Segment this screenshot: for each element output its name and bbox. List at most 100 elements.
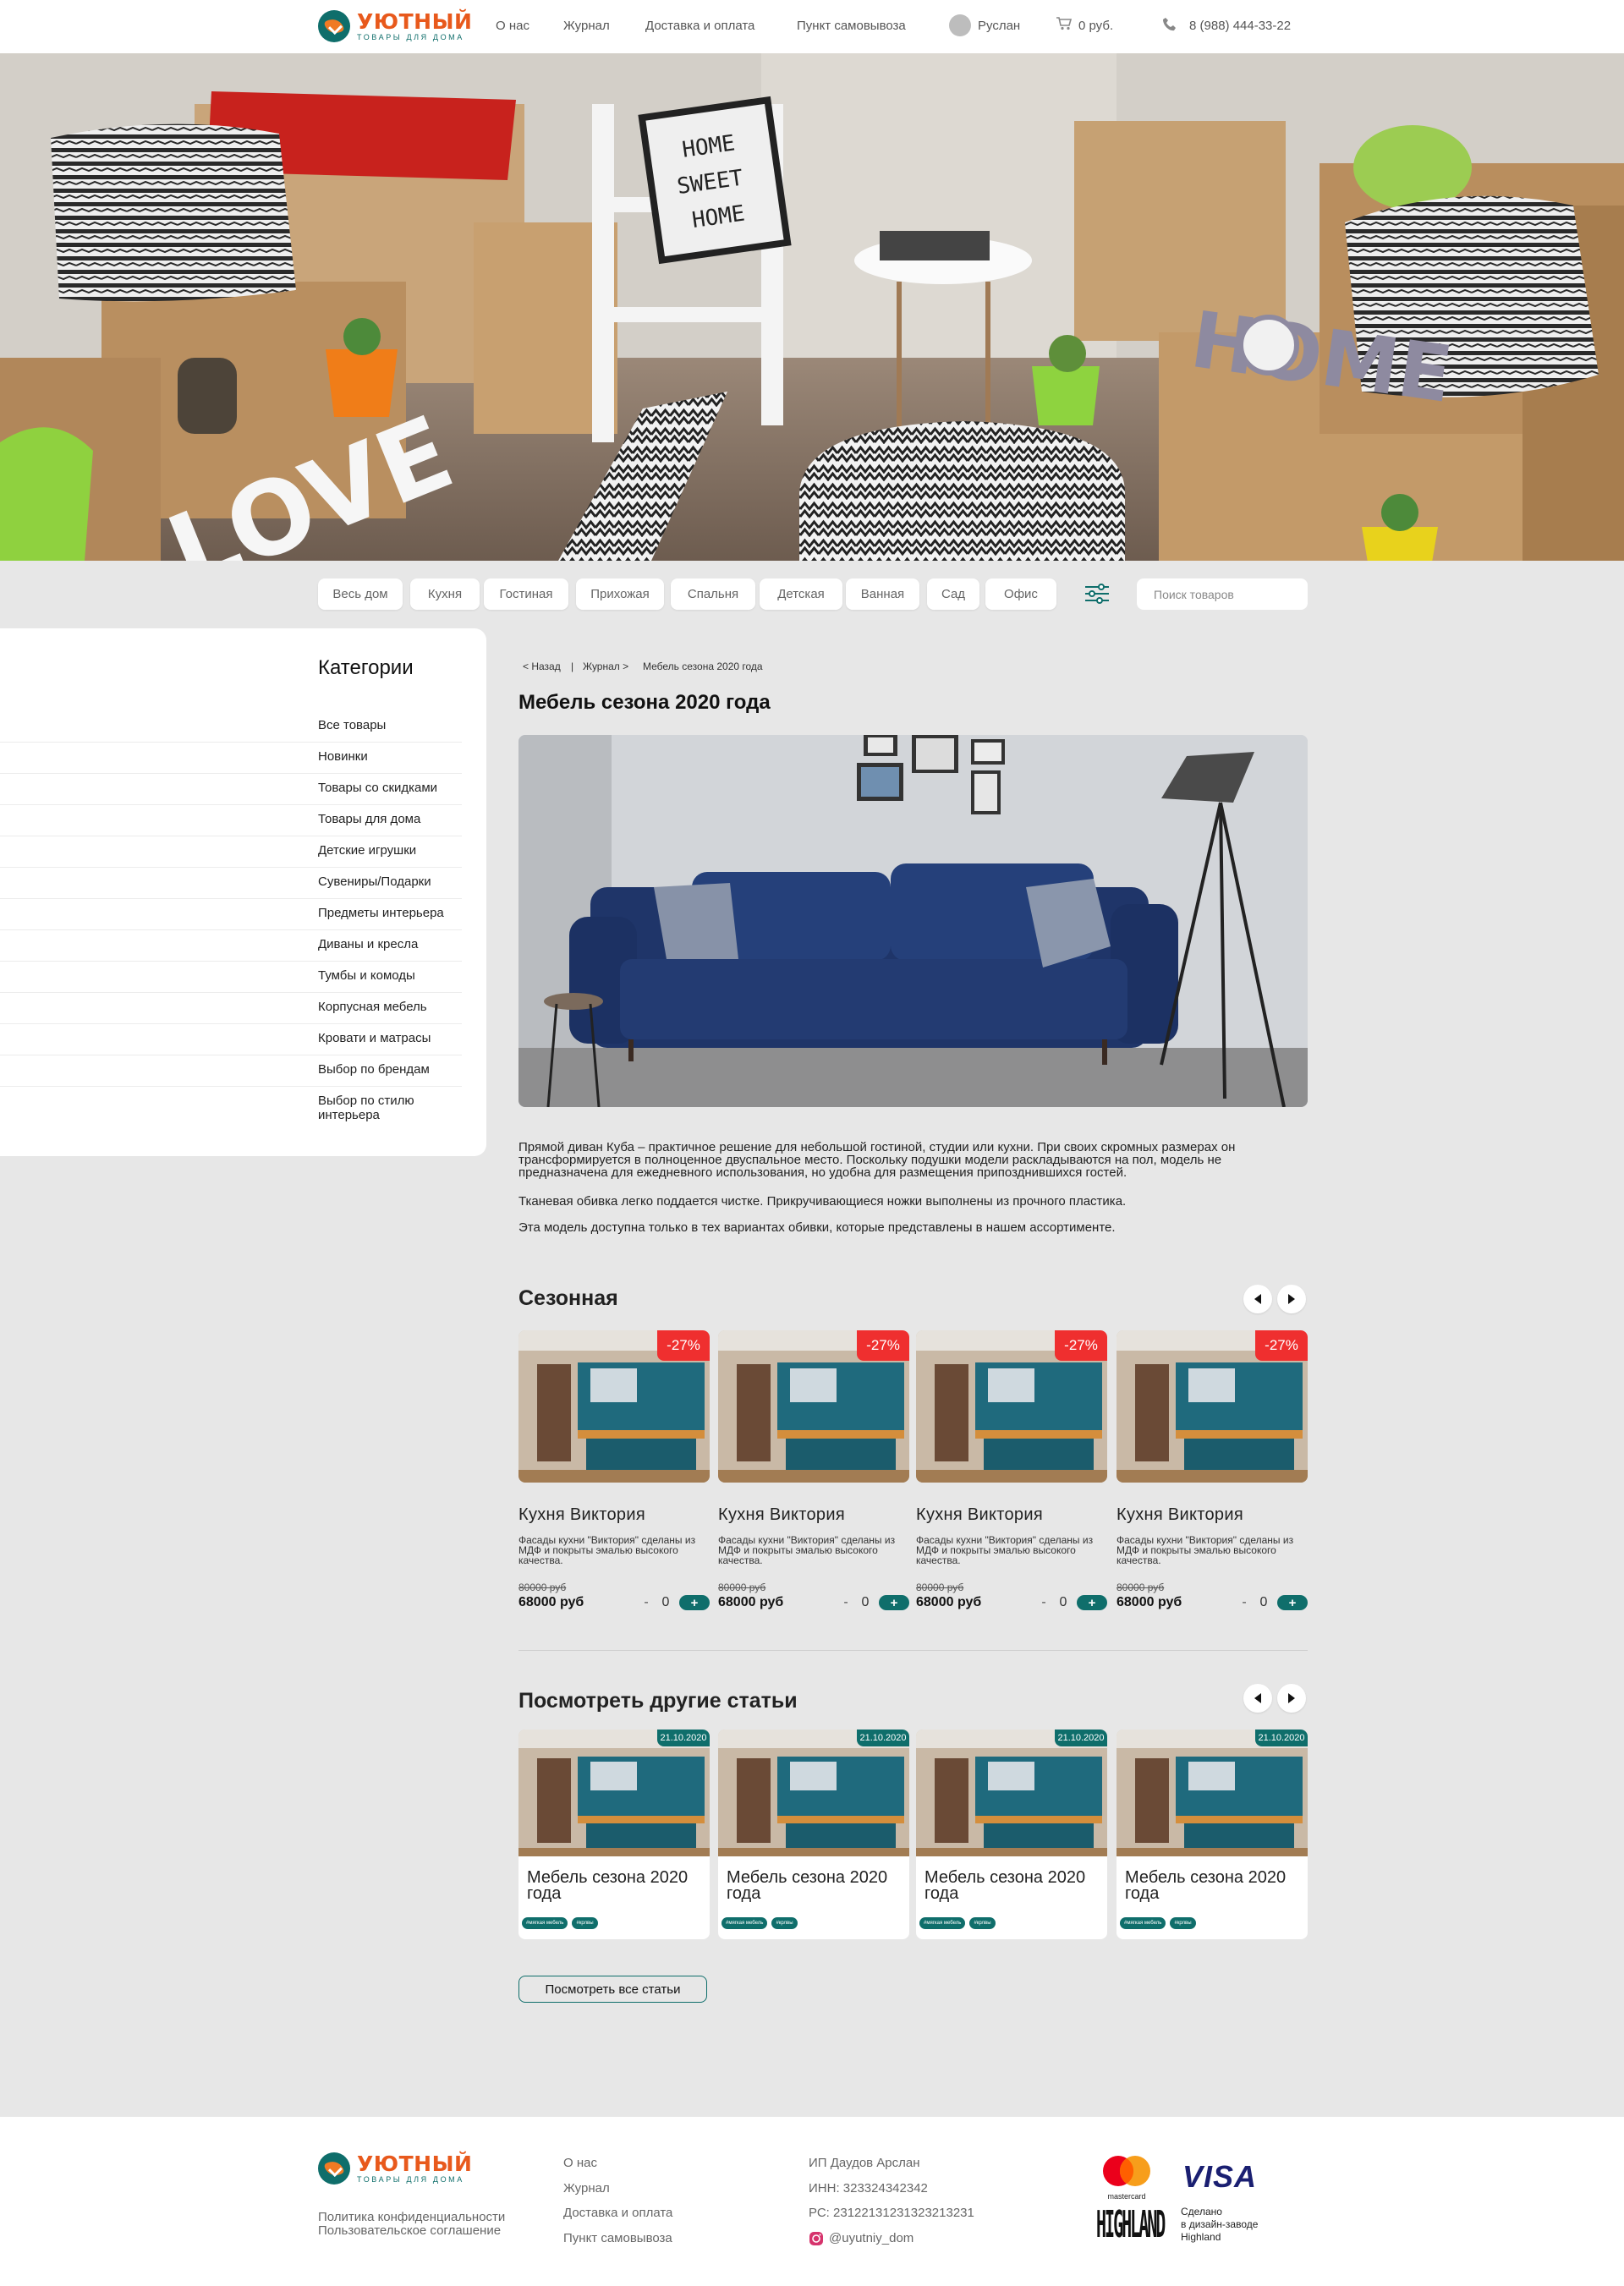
seasonal-next-button[interactable] [1277,1285,1306,1313]
logo-name: УЮТНЫЙ [357,9,473,34]
user-avatar-icon[interactable] [949,14,971,36]
product-image[interactable]: -27% [518,1330,710,1483]
site-header: УЮТНЫЙ ТОВАРЫ ДЛЯ ДОМА О нас Журнал Дост… [0,0,1624,53]
article-card-title[interactable]: Мебель сезона 2020 года [518,1856,710,1909]
filter-chip-kitchen[interactable]: Кухня [410,578,480,610]
user-agreement-link[interactable]: Пользовательское соглашение [318,2223,501,2238]
sidebar-item-discounts[interactable]: Товары со скидками [318,781,462,795]
product-image[interactable]: -27% [718,1330,909,1483]
breadcrumb-back[interactable]: < Назад [523,661,561,672]
privacy-policy-link[interactable]: Политика конфиденциальности [318,2210,505,2224]
article-card-image[interactable]: 21.10.2020 [718,1730,909,1856]
cart-icon[interactable] [1056,16,1073,30]
sidebar-item-all-products[interactable]: Все товары [318,718,462,732]
product-name[interactable]: Кухня Виктория [718,1505,909,1525]
sidebar-item-brands[interactable]: Выбор по брендам [318,1062,462,1077]
footer-link-journal[interactable]: Журнал [563,2181,610,2196]
product-image[interactable]: -27% [916,1330,1107,1483]
product-card[interactable]: -27% Кухня Виктория Фасады кухни "Виктор… [916,1330,1107,1610]
seasonal-prev-button[interactable] [1243,1285,1272,1313]
logo-tagline: ТОВАРЫ ДЛЯ ДОМА [357,33,464,41]
articles-prev-button[interactable] [1243,1684,1272,1713]
article-tag[interactable]: #крлвы [572,1917,598,1929]
add-to-cart-button[interactable]: + [1277,1595,1308,1610]
product-name[interactable]: Кухня Виктория [916,1505,1107,1525]
filter-chip-office[interactable]: Офис [985,578,1056,610]
filter-chip-hallway[interactable]: Прихожая [576,578,664,610]
site-logo[interactable]: УЮТНЫЙ ТОВАРЫ ДЛЯ ДОМА [318,10,472,42]
quantity-decrease-button[interactable]: - [1034,1595,1053,1610]
sidebar-item-souvenirs[interactable]: Сувениры/Подарки [318,874,462,889]
article-card-image[interactable]: 21.10.2020 [1116,1730,1308,1856]
article-tag[interactable]: #крлвы [969,1917,996,1929]
nav-about[interactable]: О нас [496,19,529,33]
sidebar-item-kids-toys[interactable]: Детские игрушки [318,843,462,858]
phone-number[interactable]: 8 (988) 444-33-22 [1189,19,1291,33]
article-card[interactable]: 21.10.2020 Мебель сезона 2020 года #мягк… [518,1730,710,1939]
article-card[interactable]: 21.10.2020 Мебель сезона 2020 года #мягк… [718,1730,909,1939]
product-name[interactable]: Кухня Виктория [1116,1505,1308,1525]
article-card[interactable]: 21.10.2020 Мебель сезона 2020 года #мягк… [1116,1730,1308,1939]
article-card-image[interactable]: 21.10.2020 [518,1730,710,1856]
filter-sliders-icon[interactable] [1084,582,1111,606]
filter-chip-bathroom[interactable]: Ванная [846,578,919,610]
footer-logo[interactable]: УЮТНЫЙ ТОВАРЫ ДЛЯ ДОМА [318,2152,472,2185]
search-input[interactable] [1137,578,1308,610]
product-card[interactable]: -27% Кухня Виктория Фасады кухни "Виктор… [518,1330,710,1610]
sidebar-divider [0,929,462,930]
arrow-right-icon [1288,1294,1295,1304]
mastercard-logo: mastercard [1100,2154,1154,2201]
quantity-decrease-button[interactable]: - [1235,1595,1254,1610]
filter-chip-kids-room[interactable]: Детская [760,578,842,610]
filter-chip-garden[interactable]: Сад [927,578,979,610]
article-tag[interactable]: #мягкая мебель [522,1917,568,1929]
sidebar-item-home-goods[interactable]: Товары для дома [318,812,462,826]
footer-link-pickup[interactable]: Пункт самовывоза [563,2231,672,2245]
article-tag[interactable]: #крлвы [771,1917,798,1929]
footer-link-about[interactable]: О нас [563,2156,597,2170]
quantity-decrease-button[interactable]: - [637,1595,656,1610]
product-name[interactable]: Кухня Виктория [518,1505,710,1525]
article-paragraph-2: Тканевая обивка легко поддается чистке. … [518,1194,1127,1209]
quantity-value: 0 [1259,1595,1268,1609]
product-card[interactable]: -27% Кухня Виктория Фасады кухни "Виктор… [1116,1330,1308,1610]
nav-journal[interactable]: Журнал [563,19,610,33]
filter-chip-bedroom[interactable]: Спальня [671,578,755,610]
article-card-title[interactable]: Мебель сезона 2020 года [718,1856,909,1909]
sidebar-item-style[interactable]: Выбор по стилю интерьера [318,1094,462,1122]
article-card-title[interactable]: Мебель сезона 2020 года [916,1856,1107,1909]
instagram-icon[interactable] [809,2231,824,2246]
quantity-decrease-button[interactable]: - [837,1595,855,1610]
product-card[interactable]: -27% Кухня Виктория Фасады кухни "Виктор… [718,1330,909,1610]
nav-pickup[interactable]: Пункт самовывоза [797,19,906,33]
view-all-articles-button[interactable]: Посмотреть все статьи [518,1976,707,2003]
add-to-cart-button[interactable]: + [1077,1595,1107,1610]
cart-total[interactable]: 0 руб. [1078,19,1113,33]
article-card-title[interactable]: Мебель сезона 2020 года [1116,1856,1308,1909]
breadcrumb-journal[interactable]: Журнал > [583,661,628,672]
sidebar-divider [0,804,462,805]
add-to-cart-button[interactable]: + [679,1595,710,1610]
product-price: 68000 руб [718,1595,784,1609]
article-card-image[interactable]: 21.10.2020 [916,1730,1107,1856]
add-to-cart-button[interactable]: + [879,1595,909,1610]
sidebar-item-beds[interactable]: Кровати и матрасы [318,1031,462,1045]
article-tag[interactable]: #мягкая мебель [919,1917,966,1929]
nav-delivery[interactable]: Доставка и оплата [645,19,754,33]
sidebar-item-cabinets[interactable]: Тумбы и комоды [318,968,462,983]
sidebar-item-case-furniture[interactable]: Корпусная мебель [318,1000,462,1014]
sidebar-item-sofas[interactable]: Диваны и кресла [318,937,462,951]
filter-chip-living-room[interactable]: Гостиная [484,578,568,610]
article-card[interactable]: 21.10.2020 Мебель сезона 2020 года #мягк… [916,1730,1107,1939]
sidebar-item-new[interactable]: Новинки [318,749,462,764]
footer-link-delivery[interactable]: Доставка и оплата [563,2206,672,2220]
user-name[interactable]: Руслан [978,19,1020,33]
articles-next-button[interactable] [1277,1684,1306,1713]
article-tag[interactable]: #мягкая мебель [1120,1917,1166,1929]
sidebar-item-interior[interactable]: Предметы интерьера [318,906,462,920]
instagram-link[interactable]: @uyutniy_dom [829,2231,914,2245]
article-tag[interactable]: #крлвы [1170,1917,1196,1929]
filter-chip-all-home[interactable]: Весь дом [318,578,403,610]
article-tag[interactable]: #мягкая мебель [721,1917,768,1929]
product-image[interactable]: -27% [1116,1330,1308,1483]
